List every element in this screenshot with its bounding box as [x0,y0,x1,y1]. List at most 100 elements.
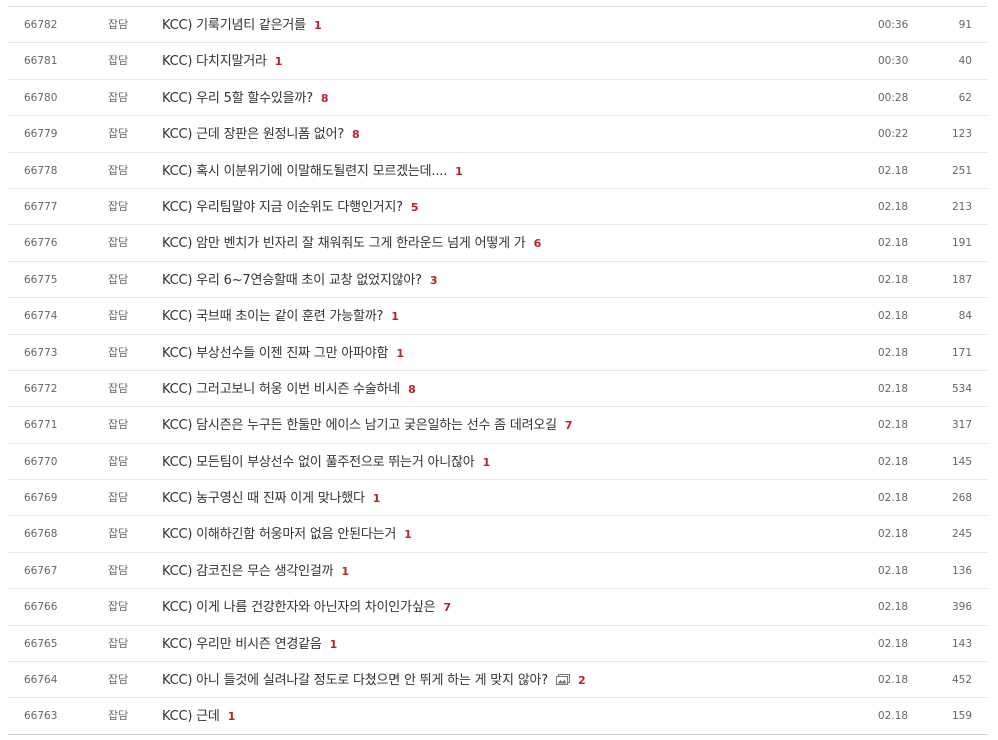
post-title-cell: KCC) 이게 나름 건강한자와 아닌자의 차이인가싶은 7 [162,589,852,625]
post-title-cell: KCC) 이해하긴함 허웅마저 없음 안된다는거 1 [162,516,852,552]
post-row[interactable]: 66772 잡담 KCC) 그러고보니 허웅 이번 비시즌 수술하네 8 02.1… [8,371,988,408]
post-row[interactable]: 66775 잡담 KCC) 우리 6~7연승할때 초이 교창 없었지않아? 3 0… [8,262,988,299]
post-row[interactable]: 66763 잡담 KCC) 근데 1 02.18 159 [8,698,988,735]
post-row[interactable]: 66768 잡담 KCC) 이해하긴함 허웅마저 없음 안된다는거 1 02.18… [8,516,988,553]
post-title-link[interactable]: KCC) 이해하긴함 허웅마저 없음 안된다는거 [162,527,396,542]
view-count: 62 [958,91,972,104]
post-title-link[interactable]: KCC) 이게 나름 건강한자와 아닌자의 차이인가싶은 [162,600,436,615]
comment-count[interactable]: 8 [352,128,360,141]
post-title-link[interactable]: KCC) 근데 장판은 원정니폼 없어? [162,127,344,142]
post-number: 66763 [24,710,58,723]
post-title-cell: KCC) 담시즌은 누구든 한둘만 에이스 남기고 궂은일하는 선수 좀 데려오… [162,407,852,443]
post-list: 66782 잡담 KCC) 기룩기념티 같은거를 1 00:36 91 66781… [8,6,988,735]
comment-count[interactable]: 1 [396,347,404,360]
post-time: 02.18 [878,310,909,323]
post-title-link[interactable]: KCC) 담시즌은 누구든 한둘만 에이스 남기고 궂은일하는 선수 좀 데려오… [162,418,557,433]
comment-count[interactable]: 1 [404,528,412,541]
post-title-link[interactable]: KCC) 부상선수들 이젠 진짜 그만 아파야함 [162,346,389,361]
post-title-cell: KCC) 감코진은 무슨 생각인걸까 1 [162,553,852,589]
post-row[interactable]: 66779 잡담 KCC) 근데 장판은 원정니폼 없어? 8 00:22 123 [8,116,988,153]
post-number: 66781 [24,55,58,68]
post-time: 02.18 [878,710,909,723]
post-row[interactable]: 66770 잡담 KCC) 모든팀이 부상선수 없이 풀주전으로 뛰는거 아니잖… [8,444,988,481]
post-row[interactable]: 66767 잡담 KCC) 감코진은 무슨 생각인걸까 1 02.18 136 [8,553,988,590]
view-count: 268 [951,492,972,505]
comment-count[interactable]: 1 [330,638,338,651]
post-row[interactable]: 66771 잡담 KCC) 담시즌은 누구든 한둘만 에이스 남기고 궂은일하는… [8,407,988,444]
post-title-link[interactable]: KCC) 다치지말거라 [162,54,267,69]
post-time: 00:36 [878,19,909,31]
comment-count[interactable]: 8 [408,383,416,396]
comment-count[interactable]: 5 [411,201,419,214]
view-count: 171 [951,346,972,359]
post-title-cell: KCC) 근데 장판은 원정니폼 없어? 8 [162,116,852,152]
post-title-link[interactable]: KCC) 우리 5할 할수있을까? [162,91,313,106]
post-title-cell: KCC) 암만 벤치가 빈자리 잘 채워줘도 그게 한라운드 넘게 어떻게 가 6 [162,225,852,261]
post-row[interactable]: 66782 잡담 KCC) 기룩기념티 같은거를 1 00:36 91 [8,7,988,44]
post-title-link[interactable]: KCC) 국브때 초이는 같이 훈련 가능할까? [162,309,383,324]
post-time: 02.18 [878,346,909,359]
comment-count[interactable]: 7 [565,419,573,432]
post-category: 잡담 [108,309,129,323]
post-title-link[interactable]: KCC) 감코진은 무슨 생각인걸까 [162,564,334,579]
comment-count[interactable]: 2 [578,674,586,687]
comment-count[interactable]: 1 [314,19,322,32]
comment-count[interactable]: 1 [275,55,283,68]
post-title-link[interactable]: KCC) 기룩기념티 같은거를 [162,18,306,33]
comment-count[interactable]: 7 [443,601,451,614]
comment-count[interactable]: 6 [534,237,542,250]
post-title-cell: KCC) 그러고보니 허웅 이번 비시즌 수술하네 8 [162,371,852,407]
post-category: 잡담 [108,272,129,286]
comment-count[interactable]: 8 [321,92,329,105]
post-row[interactable]: 66777 잡담 KCC) 우리팀말야 지금 이순위도 다행인거지? 5 02.1… [8,189,988,226]
post-number: 66765 [24,637,58,650]
post-time: 02.18 [878,528,909,541]
post-row[interactable]: 66765 잡담 KCC) 우리만 비시즌 연경같음 1 02.18 143 [8,626,988,663]
post-title-link[interactable]: KCC) 농구영신 때 진짜 이게 맞나했다 [162,491,365,506]
post-number: 66768 [24,528,58,541]
post-number: 66772 [24,382,58,395]
comment-count[interactable]: 3 [430,274,438,287]
post-row[interactable]: 66764 잡담 KCC) 아니 들것에 실려나갈 정도로 다쳤으면 안 뛰게 … [8,662,988,699]
post-title-cell: KCC) 국브때 초이는 같이 훈련 가능할까? 1 [162,298,852,334]
post-row[interactable]: 66773 잡담 KCC) 부상선수들 이젠 진짜 그만 아파야함 1 02.18… [8,335,988,371]
comment-count[interactable]: 1 [341,565,349,578]
view-count: 191 [951,237,972,250]
post-title-cell: KCC) 농구영신 때 진짜 이게 맞나했다 1 [162,480,852,516]
post-title-link[interactable]: KCC) 근데 [162,709,220,724]
post-row[interactable]: 66780 잡담 KCC) 우리 5할 할수있을까? 8 00:28 62 [8,80,988,117]
post-category: 잡담 [108,636,129,650]
post-category: 잡담 [108,563,129,577]
post-row[interactable]: 66776 잡담 KCC) 암만 벤치가 빈자리 잘 채워줘도 그게 한라운드 … [8,225,988,262]
post-category: 잡담 [108,381,129,395]
comment-count[interactable]: 1 [483,456,491,469]
post-number: 66782 [24,19,58,31]
post-title-link[interactable]: KCC) 혹시 이분위기에 이말해도될련지 모르겠는데.... [162,164,447,179]
post-title-link[interactable]: KCC) 암만 벤치가 빈자리 잘 채워줘도 그게 한라운드 넘게 어떻게 가 [162,236,526,251]
post-category: 잡담 [108,90,129,104]
post-title-link[interactable]: KCC) 아니 들것에 실려나갈 정도로 다쳤으면 안 뛰게 하는 게 맞지 않… [162,673,548,688]
view-count: 396 [951,601,972,614]
post-title-cell: KCC) 우리 5할 할수있을까? 8 [162,80,852,116]
comment-count[interactable]: 1 [455,165,463,178]
post-row[interactable]: 66778 잡담 KCC) 혹시 이분위기에 이말해도될련지 모르겠는데....… [8,153,988,189]
post-row[interactable]: 66774 잡담 KCC) 국브때 초이는 같이 훈련 가능할까? 1 02.18… [8,298,988,335]
comment-count[interactable]: 1 [373,492,381,505]
post-title-link[interactable]: KCC) 그러고보니 허웅 이번 비시즌 수술하네 [162,382,400,397]
post-row[interactable]: 66766 잡담 KCC) 이게 나름 건강한자와 아닌자의 차이인가싶은 7 0… [8,589,988,626]
post-category: 잡담 [108,236,129,250]
post-title-link[interactable]: KCC) 모든팀이 부상선수 없이 풀주전으로 뛰는거 아니잖아 [162,455,475,470]
post-number: 66780 [24,91,58,104]
post-title-cell: KCC) 부상선수들 이젠 진짜 그만 아파야함 1 [162,335,852,371]
post-title-link[interactable]: KCC) 우리 6~7연승할때 초이 교창 없었지않아? [162,273,422,288]
post-title-link[interactable]: KCC) 우리팀말야 지금 이순위도 다행인거지? [162,200,403,215]
comment-count[interactable]: 1 [228,710,236,723]
post-number: 66770 [24,455,58,468]
view-count: 123 [951,128,972,141]
post-number: 66771 [24,419,58,432]
post-row[interactable]: 66781 잡담 KCC) 다치지말거라 1 00:30 40 [8,43,988,80]
post-title-link[interactable]: KCC) 우리만 비시즌 연경같음 [162,637,322,652]
comment-count[interactable]: 1 [391,310,399,323]
post-row[interactable]: 66769 잡담 KCC) 농구영신 때 진짜 이게 맞나했다 1 02.18 2… [8,480,988,517]
post-number: 66779 [24,128,58,141]
